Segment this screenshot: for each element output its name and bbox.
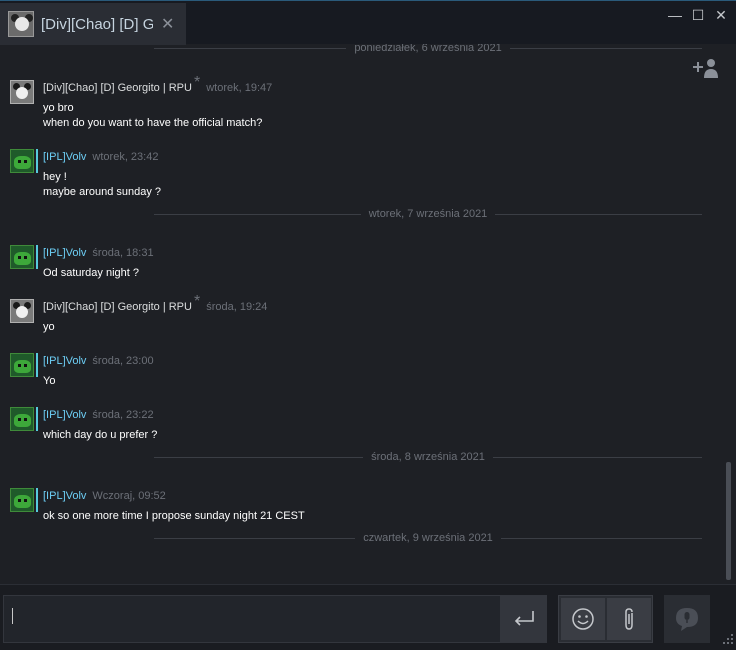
author-name[interactable]: [IPL]Volv [43, 151, 86, 163]
author-name[interactable]: [IPL]Volv [43, 247, 86, 259]
message-time: środa, 23:00 [92, 355, 154, 367]
author-name[interactable]: [IPL]Volv [43, 409, 86, 421]
avatar[interactable] [10, 353, 34, 377]
date-divider-label: poniedziałek, 6 września 2021 [354, 44, 502, 54]
voice-chat-icon [676, 608, 698, 631]
message-text: Yo [43, 375, 56, 387]
avatar[interactable] [10, 245, 34, 269]
avatar[interactable] [10, 149, 34, 173]
add-friend-icon[interactable] [692, 56, 720, 80]
chat-log[interactable]: poniedziałek, 6 września 2021 [Div][Chao… [0, 44, 736, 584]
close-tab-icon[interactable]: ✕ [161, 14, 174, 34]
message-text: maybe around sunday ? [43, 186, 162, 198]
date-divider: poniedziałek, 6 września 2021 [154, 44, 702, 55]
author-name[interactable]: [IPL]Volv [43, 355, 86, 367]
compose-tools [558, 595, 653, 643]
author-name[interactable]: [Div][Chao] [D] Georgito | RPU [43, 82, 192, 94]
title-bar: [Div][Chao] [D] G ✕ — ☐ ✕ [0, 0, 736, 45]
tab-avatar [8, 11, 34, 37]
date-divider: wtorek, 7 września 2021 [154, 207, 702, 221]
message-input[interactable] [3, 595, 501, 643]
message-text: which day do u prefer ? [43, 429, 158, 441]
chat-tab[interactable]: [Div][Chao] [D] G ✕ [0, 3, 186, 45]
avatar[interactable] [10, 488, 34, 512]
avatar[interactable] [10, 299, 34, 323]
message-time: środa, 18:31 [92, 247, 154, 259]
nickname-star-icon: * [193, 74, 201, 91]
voice-chat-button[interactable] [664, 595, 710, 643]
message-time: Wczoraj, 09:52 [92, 490, 166, 502]
avatar[interactable] [10, 80, 34, 104]
date-divider: środa, 8 września 2021 [154, 450, 703, 464]
message-text: when do you want to have the official ma… [43, 117, 263, 129]
smiley-icon [572, 608, 594, 630]
emoji-button[interactable] [561, 598, 605, 640]
close-window-icon[interactable]: ✕ [712, 7, 730, 24]
date-divider: czwartek, 9 września 2021 [154, 531, 702, 545]
chat-scrollbar[interactable] [726, 462, 731, 580]
tab-title: [Div][Chao] [D] G [41, 15, 153, 33]
message-time: środa, 23:22 [92, 409, 154, 421]
message-time: wtorek, 23:42 [92, 151, 159, 163]
message-text: ok so one more time I propose sunday nig… [43, 510, 305, 522]
message-text: Od saturday night ? [43, 267, 140, 279]
avatar[interactable] [10, 407, 34, 431]
online-indicator [36, 353, 38, 377]
message-text: hey ! [43, 171, 67, 183]
message-text: yo [43, 321, 55, 333]
message-time: wtorek, 19:47 [206, 82, 273, 94]
online-indicator [36, 245, 38, 269]
online-indicator [36, 149, 38, 173]
message-text: yo bro [43, 102, 74, 114]
nickname-star-icon: * [193, 293, 201, 310]
online-indicator [36, 407, 38, 431]
message-time: środa, 19:24 [206, 301, 268, 313]
send-button[interactable] [501, 595, 547, 643]
date-divider-label: wtorek, 7 września 2021 [368, 208, 488, 220]
minimize-icon[interactable]: — [666, 7, 684, 23]
author-name[interactable]: [IPL]Volv [43, 490, 86, 502]
online-indicator [36, 488, 38, 512]
resize-grip-icon[interactable] [722, 632, 734, 646]
author-name[interactable]: [Div][Chao] [D] Georgito | RPU [43, 301, 192, 313]
text-caret [12, 608, 13, 624]
date-divider-label: środa, 8 września 2021 [371, 451, 485, 463]
send-enter-icon [514, 611, 534, 626]
compose-bar [0, 584, 736, 650]
attach-button[interactable] [607, 598, 651, 640]
date-divider-label: czwartek, 9 września 2021 [363, 532, 493, 544]
paperclip-icon [625, 608, 633, 630]
chat-window: [Div][Chao] [D] G ✕ — ☐ ✕ poniedziałek, … [0, 0, 736, 650]
maximize-icon[interactable]: ☐ [689, 7, 707, 24]
